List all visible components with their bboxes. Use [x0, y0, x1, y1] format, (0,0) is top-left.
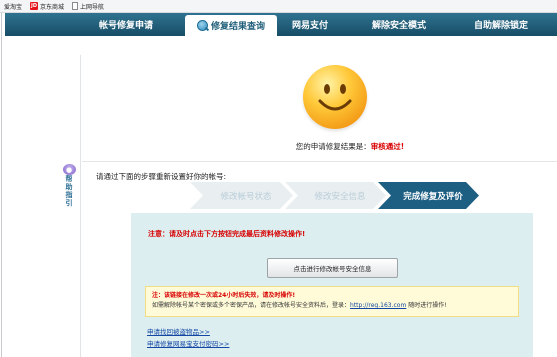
tab-label: 解除安全模式: [371, 21, 426, 31]
help-char: 引: [65, 199, 73, 207]
warning-text: 随时进行操作!: [406, 302, 447, 309]
step-modify-security-info: 修改安全信息: [296, 182, 384, 209]
bookmark-navigation[interactable]: 上网导航: [72, 2, 104, 11]
step-complete-repair: 完成修复及评价: [389, 182, 477, 209]
help-guide-tab[interactable]: ● 帮 助 指 引: [62, 164, 76, 207]
help-char: 助: [65, 183, 73, 191]
warning-box: 注：该链接在修改一次或24小时后失效，请及时操作! 如需解除帐号某个密保或多个密…: [145, 286, 519, 317]
bookmark-jd[interactable]: JD 京东商城: [30, 2, 64, 11]
bookmark-label: 上网导航: [80, 3, 105, 11]
step-label: 完成修复及评价: [403, 191, 463, 202]
progress-steps: 修改帐号状态 修改安全信息 完成修复及评价: [190, 182, 480, 209]
result-status: 审核通过!: [370, 142, 405, 151]
tab-netease-pay[interactable]: 网易支付: [277, 13, 343, 36]
warning-line: 注：该链接在修改一次或24小时后失效，请及时操作!: [152, 292, 296, 299]
notice-text: 注意：请及时点击下方按钮完成最后资料修改操作!: [148, 230, 306, 238]
left-edge: [0, 13, 2, 357]
tab-account-repair-apply[interactable]: 帐号修复申请: [67, 13, 185, 36]
chat-bubble-icon: ●: [62, 164, 76, 175]
warning-line: 如需解除帐号某个密保或多个密保产品，请在修改帐号安全资料后，登录：http://…: [152, 301, 512, 311]
tab-label: 修复结果查询: [210, 22, 265, 32]
smiley-face-icon: [303, 65, 367, 129]
bookmarks-bar: 爱淘宝 JD 京东商城 上网导航: [0, 0, 557, 13]
help-char: 指: [65, 191, 73, 199]
step-modify-account-status: 修改帐号状态: [202, 182, 290, 209]
tab-repair-result-query[interactable]: 修复结果查询: [185, 15, 277, 36]
step-label: 修改安全信息: [314, 191, 366, 202]
repair-payment-password-link[interactable]: 申请修复网易宝支付密码>>: [147, 338, 229, 348]
tab-label: 自助解除锁定: [473, 21, 528, 31]
tab-label: 帐号修复申请: [98, 21, 153, 31]
tab-self-unlock[interactable]: 自助解除锁定: [455, 13, 547, 36]
result-prefix: 您的申请修复结果是：: [295, 142, 371, 151]
jd-icon: JD: [30, 2, 39, 10]
modify-security-info-button[interactable]: 点击进行修改帐号安全信息: [267, 258, 398, 278]
bookmark-label: 爱淘宝: [4, 3, 23, 11]
main-nav: 帐号修复申请 修复结果查询 网易支付 解除安全模式 自助解除锁定: [5, 13, 557, 36]
repair-result: 您的申请修复结果是：审核通过!: [250, 141, 450, 152]
page-icon: [72, 2, 79, 10]
section-divider: [82, 161, 557, 162]
step-label: 修改帐号状态: [220, 191, 272, 202]
bookmark-aitaobao[interactable]: 爱淘宝: [4, 2, 22, 11]
help-char: 帮: [65, 175, 73, 183]
warning-text: 如需解除帐号某个密保或多个密保产品，请在修改帐号安全资料后，登录：: [152, 302, 351, 309]
steps-intro: 请通过下面的步骤重新设置好你的帐号:: [96, 172, 227, 181]
tab-label: 网易支付: [291, 21, 328, 31]
tab-release-safe-mode[interactable]: 解除安全模式: [343, 13, 455, 36]
recover-stolen-items-link[interactable]: 申请找回被盗物品>>: [147, 326, 210, 336]
bookmark-label: 京东商城: [40, 3, 65, 11]
reg-163-link[interactable]: http://reg.163.com: [350, 302, 406, 309]
magnifier-icon: [196, 20, 208, 31]
sidebar-divider: [80, 55, 81, 357]
